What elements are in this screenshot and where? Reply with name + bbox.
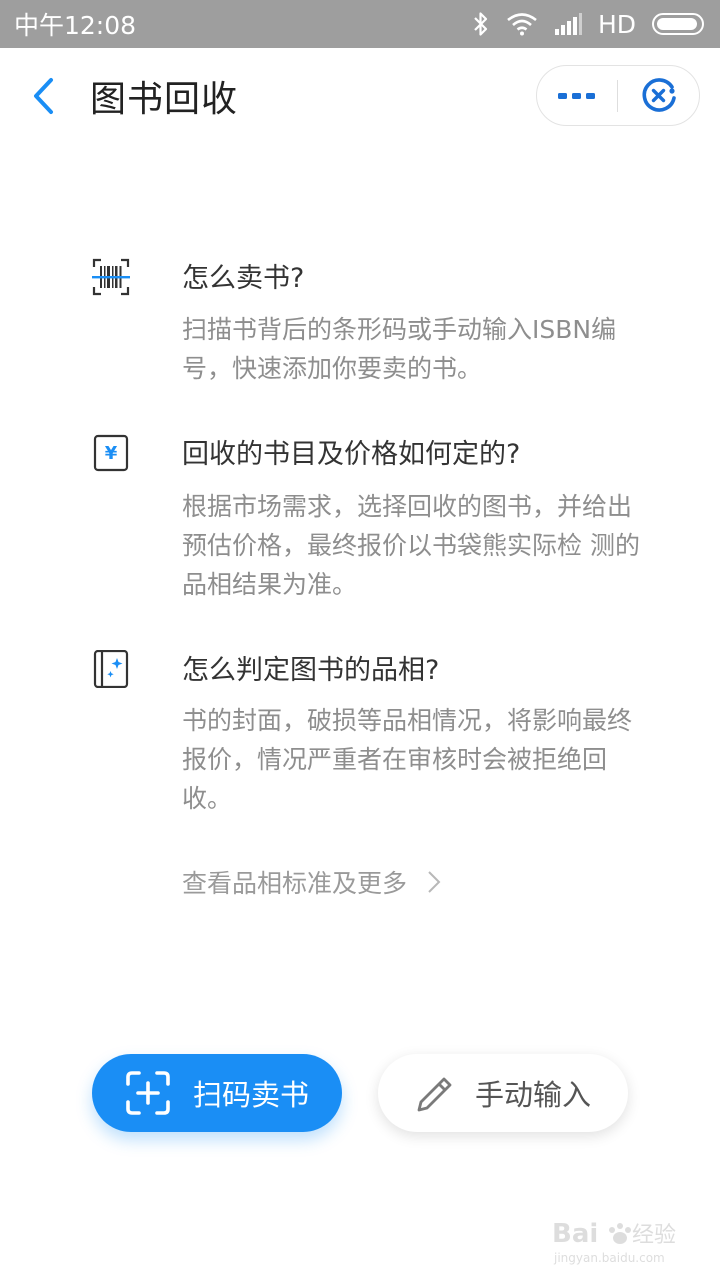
svg-text:¥: ¥ [105, 443, 118, 464]
scan-plus-icon [126, 1071, 170, 1115]
barcode-scan-icon [92, 258, 130, 296]
book-quality-icon [93, 650, 129, 688]
status-bar: 中午12:08 HD [0, 0, 720, 48]
yen-price-icon: ¥ [93, 434, 129, 472]
back-button[interactable] [22, 74, 66, 118]
more-dots-icon [558, 92, 595, 99]
faq-answer: 扫描书背后的条形码或手动输入ISBN编号，快速添加你要卖的书。 [182, 315, 617, 383]
battery-icon [652, 13, 704, 35]
close-button[interactable] [618, 66, 699, 125]
faq-question: 怎么卖书? [182, 263, 305, 294]
faq-question: 回收的书目及价格如何定的? [182, 439, 521, 470]
view-quality-standards-link[interactable]: 查看品相标准及更多 [182, 864, 441, 900]
status-time: 中午12:08 [14, 11, 137, 40]
manual-input-label: 手动输入 [474, 1078, 591, 1112]
bluetooth-icon [474, 12, 488, 36]
more-button[interactable] [537, 66, 617, 125]
faq-answer: 根据市场需求，选择回收的图书，并给出预估价格，最终报价以书袋熊实际检 测的品相结… [182, 492, 640, 599]
svg-text:经验: 经验 [632, 1223, 676, 1248]
scan-sell-label: 扫码卖书 [192, 1078, 309, 1112]
faq-answer: 书的封面，破损等品相情况，将影响最终报价，情况严重者在审核时会被拒绝回收。 [182, 706, 633, 813]
baidu-jingyan-watermark: Bai 经验 jingyan.baidu.com [552, 1219, 676, 1265]
scan-sell-button[interactable]: 扫码卖书 [92, 1054, 342, 1132]
nav-bar: 图书回收 [0, 48, 720, 144]
pencil-icon [417, 1077, 452, 1112]
chevron-left-icon [34, 78, 53, 114]
chevron-right-icon [428, 871, 441, 893]
status-icons: HD [472, 10, 704, 39]
wifi-icon [507, 13, 537, 36]
close-target-icon [642, 77, 676, 112]
page-title: 图书回收 [90, 79, 239, 120]
more-link-label: 查看品相标准及更多 [182, 869, 408, 898]
svg-text:jingyan.baidu.com: jingyan.baidu.com [553, 1251, 665, 1265]
faq-question: 怎么判定图书的品相? [182, 655, 440, 686]
signal-icon [554, 13, 582, 35]
mini-program-capsule [536, 65, 700, 126]
network-label: HD [597, 9, 636, 39]
svg-text:Bai: Bai [552, 1219, 598, 1249]
manual-input-button[interactable]: 手动输入 [378, 1054, 628, 1132]
